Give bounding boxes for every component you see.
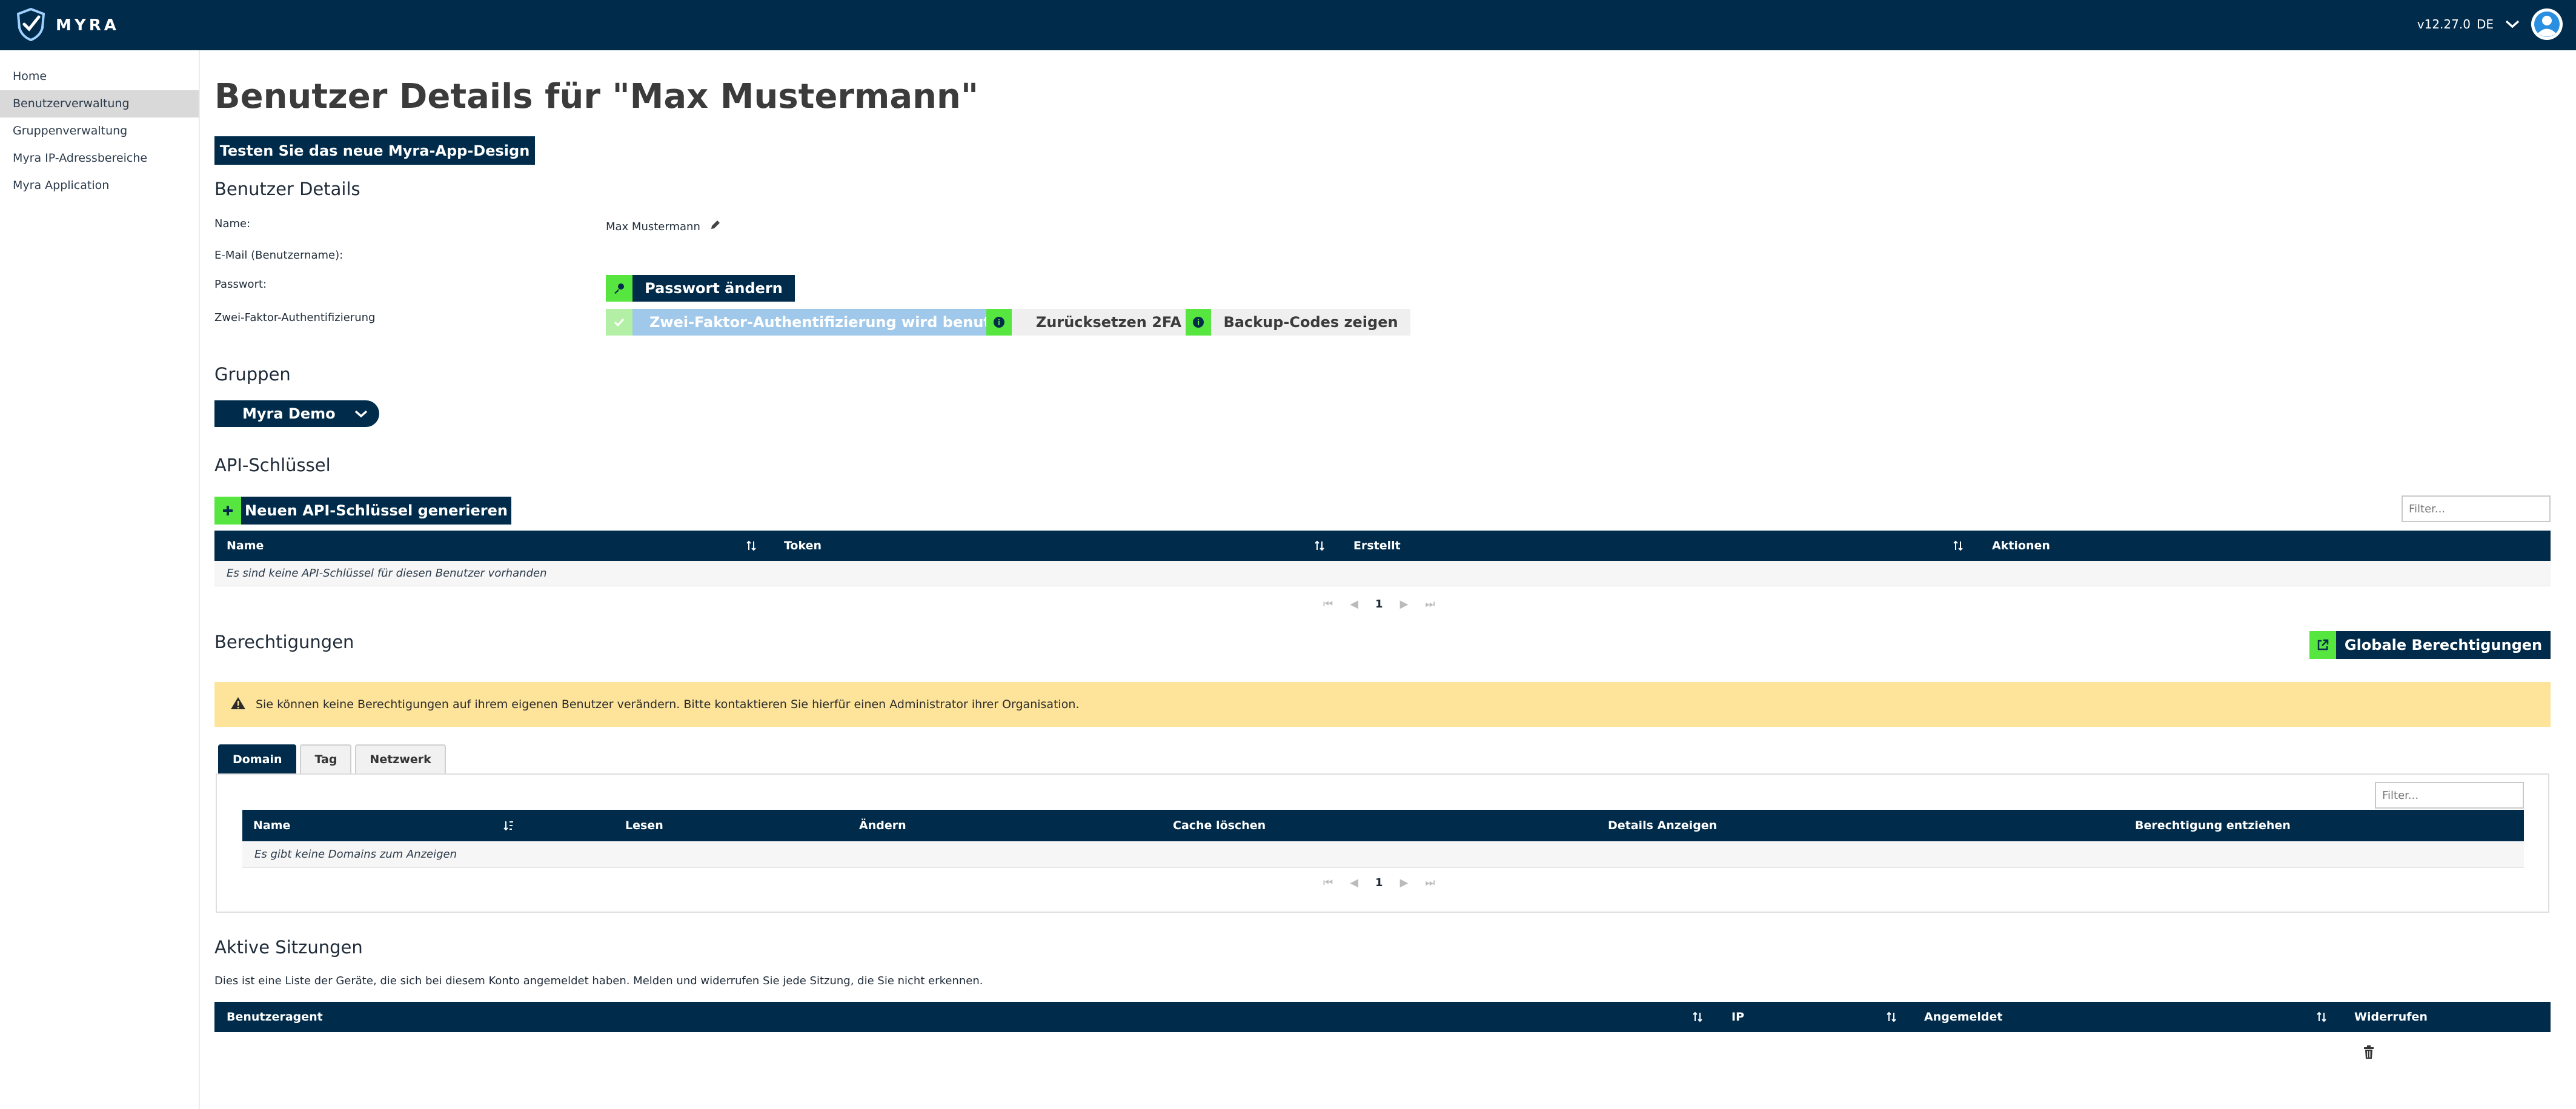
sidebar: Home Benutzerverwaltung Gruppenverwaltun… — [0, 50, 200, 1109]
language-code: DE — [2476, 17, 2494, 31]
column-header-token[interactable]: Token — [784, 531, 822, 561]
groups-heading: Gruppen — [214, 364, 291, 385]
prev-page-icon[interactable]: ◀ — [1350, 876, 1358, 889]
trash-icon[interactable] — [2363, 1045, 2375, 1062]
permissions-filter-input[interactable]: Filter... — [2375, 782, 2524, 809]
column-header-revoke: Widerrufen — [2354, 1010, 2428, 1024]
check-icon — [606, 309, 632, 336]
sessions-heading: Aktive Sitzungen — [214, 937, 363, 958]
tab-domain[interactable]: Domain — [218, 744, 297, 773]
email-label: E-Mail (Benutzername): — [214, 249, 344, 262]
user-avatar-icon[interactable] — [2531, 8, 2563, 40]
sort-icon[interactable] — [1691, 1002, 1704, 1032]
last-page-icon[interactable]: ⏭ — [1425, 598, 1435, 611]
change-password-button[interactable]: Passwort ändern — [632, 275, 795, 302]
sidebar-item-home[interactable]: Home — [0, 63, 199, 90]
column-header-revoke-permission: Berechtigung entziehen — [2135, 819, 2291, 832]
sessions-description: Dies ist eine Liste der Geräte, die sich… — [214, 975, 983, 987]
current-page[interactable]: 1 — [1375, 876, 1383, 889]
edit-pencil-icon[interactable] — [709, 219, 722, 233]
backup-codes-button[interactable]: Backup-Codes zeigen — [1211, 309, 1410, 336]
name-value: Max Mustermann — [606, 220, 700, 233]
next-page-icon[interactable]: ▶ — [1400, 598, 1409, 611]
page-title: Benutzer Details für "Max Mustermann" — [214, 77, 979, 116]
column-header-ip[interactable]: IP — [1731, 1002, 1744, 1032]
permissions-empty-row: Es gibt keine Domains zum Anzeigen — [242, 841, 2524, 868]
last-page-icon[interactable]: ⏭ — [1425, 876, 1435, 889]
permissions-pagination: ⏮ ◀ 1 ▶ ⏭ — [1323, 876, 1435, 889]
tab-tag[interactable]: Tag — [300, 744, 352, 773]
prev-page-icon[interactable]: ◀ — [1350, 598, 1358, 611]
sidebar-item-myra-application[interactable]: Myra Application — [0, 172, 199, 199]
api-keys-empty-row: Es sind keine API-Schlüssel für diesen B… — [214, 561, 2551, 586]
global-permissions-button[interactable]: Globale Berechtigungen — [2336, 631, 2551, 659]
shield-logo-icon — [16, 7, 46, 44]
name-label: Name: — [214, 217, 251, 230]
column-header-actions: Aktionen — [1992, 539, 2050, 552]
sidebar-item-benutzerverwaltung[interactable]: Benutzerverwaltung — [0, 90, 199, 118]
column-header-created[interactable]: Erstellt — [1353, 531, 1401, 561]
chevron-down-icon — [354, 405, 368, 422]
next-page-icon[interactable]: ▶ — [1400, 876, 1409, 889]
key-icon — [606, 275, 632, 302]
generate-api-key-button[interactable]: Neuen API-Schlüssel generieren — [241, 497, 511, 525]
group-select[interactable]: Myra Demo — [214, 400, 379, 427]
permissions-tabs: Domain Tag Netzwerk — [218, 744, 446, 773]
api-keys-pagination: ⏮ ◀ 1 ▶ ⏭ — [1323, 598, 1435, 611]
column-header-name[interactable]: Name — [253, 810, 290, 841]
sort-alpha-icon[interactable] — [503, 810, 515, 841]
column-header-details: Details Anzeigen — [1608, 819, 1718, 832]
sort-icon[interactable] — [1313, 531, 1326, 561]
api-keys-heading: API-Schlüssel — [214, 455, 331, 475]
api-keys-filter-input[interactable]: Filter... — [2402, 495, 2551, 522]
chevron-down-icon[interactable] — [2505, 19, 2520, 30]
info-icon — [986, 309, 1012, 336]
info-icon — [1186, 309, 1211, 336]
permissions-table-header: Name Lesen Ändern Cache löschen Details … — [242, 810, 2524, 841]
tab-netzwerk[interactable]: Netzwerk — [355, 744, 446, 773]
sort-icon[interactable] — [1952, 531, 1964, 561]
top-bar: MYRA v12.27.0 DE — [0, 0, 2576, 50]
column-header-signed-in[interactable]: Angemeldet — [1924, 1002, 2002, 1032]
warning-triangle-icon — [230, 696, 246, 713]
permissions-warning-banner: Sie können keine Berechtigungen auf ihre… — [214, 682, 2551, 727]
current-page[interactable]: 1 — [1375, 598, 1383, 611]
column-header-user-agent[interactable]: Benutzeragent — [227, 1002, 323, 1032]
sidebar-item-gruppenverwaltung[interactable]: Gruppenverwaltung — [0, 118, 199, 145]
sessions-table-header: Benutzeragent IP Angemeldet Widerrufen — [214, 1002, 2551, 1032]
column-header-name[interactable]: Name — [227, 531, 264, 561]
plus-icon — [214, 497, 241, 525]
sidebar-item-ip-adressbereiche[interactable]: Myra IP-Adressbereiche — [0, 145, 199, 172]
api-keys-table-header: Name Token Erstellt Aktionen — [214, 531, 2551, 561]
twofa-status-button: Zwei-Faktor-Authentifizierung wird benut… — [632, 309, 1006, 336]
group-select-value: Myra Demo — [242, 405, 336, 422]
column-header-cache: Cache löschen — [1173, 819, 1266, 832]
first-page-icon[interactable]: ⏮ — [1323, 598, 1333, 611]
user-details-heading: Benutzer Details — [214, 179, 360, 199]
sort-icon[interactable] — [2315, 1002, 2328, 1032]
external-link-icon — [2309, 631, 2336, 659]
password-label: Passwort: — [214, 278, 267, 291]
sort-icon[interactable] — [1885, 1002, 1897, 1032]
column-header-change: Ändern — [859, 819, 906, 832]
version-number: v12.27.0 — [2417, 17, 2471, 31]
warning-text: Sie können keine Berechtigungen auf ihre… — [256, 698, 1080, 711]
first-page-icon[interactable]: ⏮ — [1323, 876, 1333, 889]
version-info: v12.27.0 DE — [2417, 17, 2494, 31]
sort-icon[interactable] — [745, 531, 757, 561]
brand-logo[interactable]: MYRA — [16, 7, 119, 44]
column-header-read: Lesen — [625, 819, 663, 832]
permissions-heading: Berechtigungen — [214, 632, 354, 652]
new-design-button[interactable]: Testen Sie das neue Myra-App-Design — [214, 136, 535, 165]
brand-name: MYRA — [56, 16, 119, 35]
twofa-label: Zwei-Faktor-Authentifizierung — [214, 311, 376, 324]
reset-2fa-button[interactable]: Zurücksetzen 2FA — [1012, 309, 1206, 336]
